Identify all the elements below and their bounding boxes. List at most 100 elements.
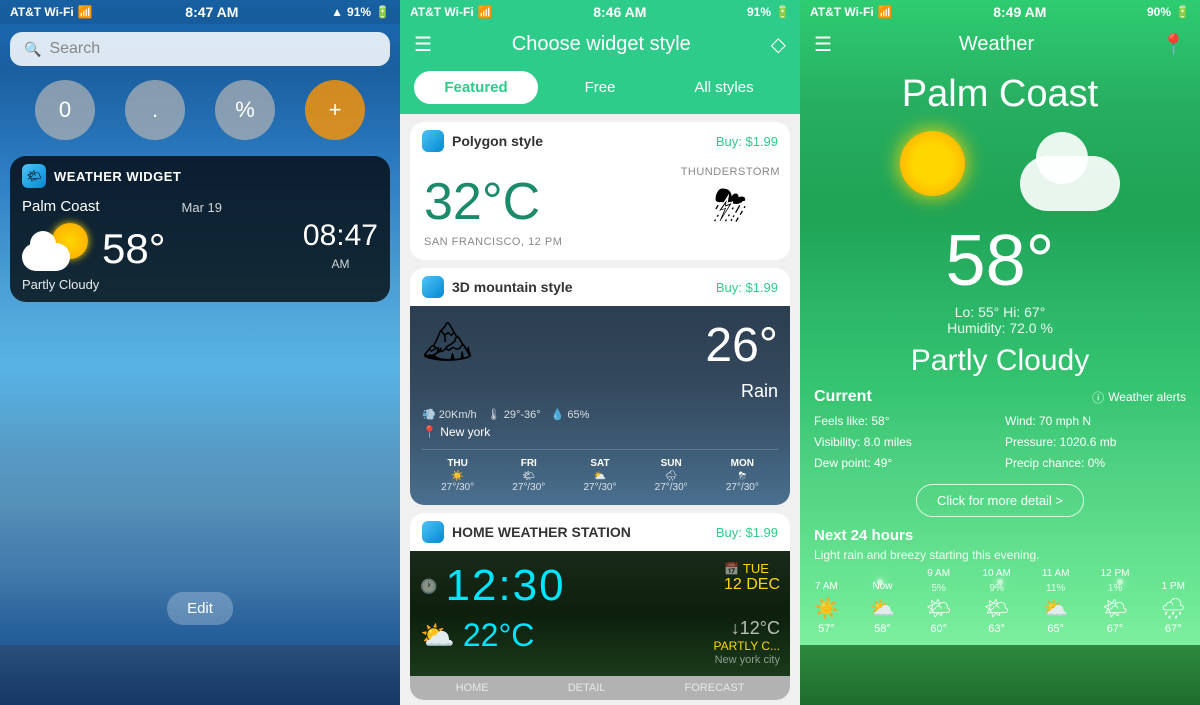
glow-dots: [800, 579, 1200, 585]
mountain-card[interactable]: 3D mountain style Buy: $1.99 🏔 26° Rain …: [410, 268, 790, 505]
home-feels: ↓12°C PARTLY C...: [714, 618, 780, 653]
diamond-icon[interactable]: ◇: [771, 32, 786, 57]
next24-label: Next 24 hours: [814, 527, 1186, 544]
battery-icon-1: 🔋: [375, 5, 390, 19]
pressure-stat: Pressure: 1020.6 mb: [1005, 433, 1186, 452]
polygon-buy-btn[interactable]: Buy: $1.99: [716, 134, 778, 149]
city-name: Palm Coast: [800, 73, 1200, 116]
thunderstorm-label: THUNDERSTORM: [681, 166, 780, 178]
home-tab-detail[interactable]: DETAIL: [568, 682, 606, 694]
panel-widget-chooser: AT&T Wi-Fi 📶 8:46 AM 91% 🔋 ☰ Choose widg…: [400, 0, 800, 705]
main-condition: Partly Cloudy: [800, 344, 1200, 378]
status-bar-1: AT&T Wi-Fi 📶 8:47 AM ▲ 91% 🔋: [0, 0, 400, 24]
wifi-icon-3: 📶: [878, 5, 893, 19]
polygon-card[interactable]: Polygon style Buy: $1.99 32°C SAN FRANCI…: [410, 122, 790, 260]
time-label-3: 8:49 AM: [993, 4, 1046, 20]
home-left: 🕐 12:30: [420, 561, 566, 611]
home-card-title-row: HOME WEATHER STATION: [422, 521, 631, 543]
polygon-card-header: Polygon style Buy: $1.99: [410, 122, 790, 160]
mountain-left: 🏔: [422, 318, 473, 365]
tab-featured[interactable]: Featured: [414, 71, 538, 104]
home-station-card[interactable]: HOME WEATHER STATION Buy: $1.99 🕐 12:30 …: [410, 513, 790, 700]
widget-ampm: AM: [331, 257, 349, 271]
home-condition: PARTLY C...: [714, 639, 780, 653]
home-buy-btn[interactable]: Buy: $1.99: [716, 525, 778, 540]
weather-widget[interactable]: 🌤 WEATHER WIDGET Palm Coast Mar 19 58°: [10, 156, 390, 302]
home-card-name: HOME WEATHER STATION: [452, 524, 631, 540]
home-tab-home[interactable]: HOME: [456, 682, 489, 694]
dew-point-stat: Dew point: 49°: [814, 454, 995, 473]
home-card-header: HOME WEATHER STATION Buy: $1.99: [410, 513, 790, 551]
status-right-1: ▲ 91% 🔋: [331, 5, 390, 19]
hour-icon-1pm: 🌧: [1161, 596, 1186, 621]
status-bar-3: AT&T Wi-Fi 📶 8:49 AM 90% 🔋: [800, 0, 1200, 24]
carrier-label-2: AT&T Wi-Fi: [410, 5, 474, 19]
hour-icon-11am: ⛅: [1042, 596, 1070, 621]
menu-icon-3[interactable]: ☰: [814, 32, 832, 57]
weather-app-header: ☰ Weather 📍: [800, 24, 1200, 65]
chooser-header: ☰ Choose widget style ◇: [400, 24, 800, 71]
grass-decoration: [800, 645, 1200, 705]
home-city-row: New york city: [420, 654, 780, 666]
calc-btn-pct[interactable]: %: [215, 80, 275, 140]
mountain-top-row: 🏔 26° Rain: [422, 318, 778, 402]
tab-free[interactable]: Free: [538, 71, 662, 104]
mountain-card-header: 3D mountain style Buy: $1.99: [410, 268, 790, 306]
weather-alerts[interactable]: ⓘ Weather alerts: [1092, 389, 1186, 406]
polygon-weather-img: THUNDERSTORM ⛈: [681, 166, 780, 231]
current-stats: Feels like: 58° Wind: 70 mph N Visibilit…: [814, 412, 1186, 474]
polygon-card-name: Polygon style: [452, 133, 543, 149]
hour-now: Now ⛅ 58°: [870, 581, 895, 635]
thunderstorm-icon: ⛈: [714, 182, 748, 231]
carrier-label-1: AT&T Wi-Fi: [10, 5, 74, 19]
lo-hi-label: Lo: 55° Hi: 67°: [800, 304, 1200, 320]
home-date: 12 DEC: [724, 576, 780, 594]
cloud-icon: [22, 243, 70, 271]
weather-icon: [22, 221, 92, 271]
mtn-humidity: 💧 65%: [551, 408, 590, 421]
tab-all-styles[interactable]: All styles: [662, 71, 786, 104]
wind-stat: Wind: 70 mph N: [1005, 412, 1186, 431]
home-temp-block: 22°C: [463, 617, 535, 654]
mountain-buy-btn[interactable]: Buy: $1.99: [716, 280, 778, 295]
battery-label-3: 90%: [1147, 5, 1171, 19]
status-right-3: 90% 🔋: [1147, 5, 1190, 19]
calc-btn-dot[interactable]: .: [125, 80, 185, 140]
main-temperature: 58°: [800, 220, 1200, 302]
calc-btn-plus[interactable]: +: [305, 80, 365, 140]
location-icon[interactable]: 📍: [1161, 32, 1186, 57]
carrier-label-3: AT&T Wi-Fi: [810, 5, 874, 19]
battery-label-1: 91%: [347, 5, 371, 19]
search-bar[interactable]: 🔍 Search: [10, 32, 390, 66]
mountain-condition: Rain: [705, 381, 778, 402]
widget-clock: 08:47: [303, 219, 378, 253]
wifi-icon-2: 📶: [478, 5, 493, 19]
home-nav-tabs: HOME DETAIL FORECAST: [410, 676, 790, 700]
widget-header: 🌤 WEATHER WIDGET: [10, 156, 390, 192]
glow-dot-2: [997, 579, 1003, 585]
widget-condition: Partly Cloudy: [22, 277, 222, 292]
home-clock-icon: 🕐: [420, 578, 437, 595]
widget-time: 08:47 AM: [303, 219, 378, 271]
search-placeholder: Search: [49, 40, 100, 58]
mountain-details: 💨 20Km/h 🌡 29°-36° 💧 65%: [422, 408, 778, 421]
calculator-row: 0 . % +: [0, 74, 400, 146]
mountain-preview: 🏔 26° Rain 💨 20Km/h 🌡 29°-36° 💧 65% 📍 Ne…: [410, 306, 790, 505]
humidity-label: Humidity: 72.0 %: [800, 320, 1200, 336]
detail-button[interactable]: Click for more detail >: [916, 484, 1084, 517]
calc-btn-0[interactable]: 0: [35, 80, 95, 140]
hour-icon-now: ⛅: [870, 596, 895, 621]
hour-10am: 10 AM 9% 🌤 63°: [982, 568, 1010, 635]
edit-button[interactable]: Edit: [167, 592, 233, 625]
forecast-mon: MON ⛈ 27°/30°: [726, 458, 759, 493]
forecast-thu: THU ☀️ 27°/30°: [441, 458, 474, 493]
menu-icon-2[interactable]: ☰: [414, 32, 432, 57]
forecast-sat: SAT ⛅ 27°/30°: [583, 458, 616, 493]
widget-date: Mar 19: [182, 200, 222, 215]
home-tab-forecast[interactable]: FORECAST: [685, 682, 745, 694]
current-section: Current ⓘ Weather alerts Feels like: 58°…: [814, 388, 1186, 474]
mountain-right: 26° Rain: [705, 318, 778, 402]
mountain-location: 📍 New york: [422, 425, 778, 439]
home-card-icon: [422, 521, 444, 543]
mountain-card-title-row: 3D mountain style: [422, 276, 573, 298]
